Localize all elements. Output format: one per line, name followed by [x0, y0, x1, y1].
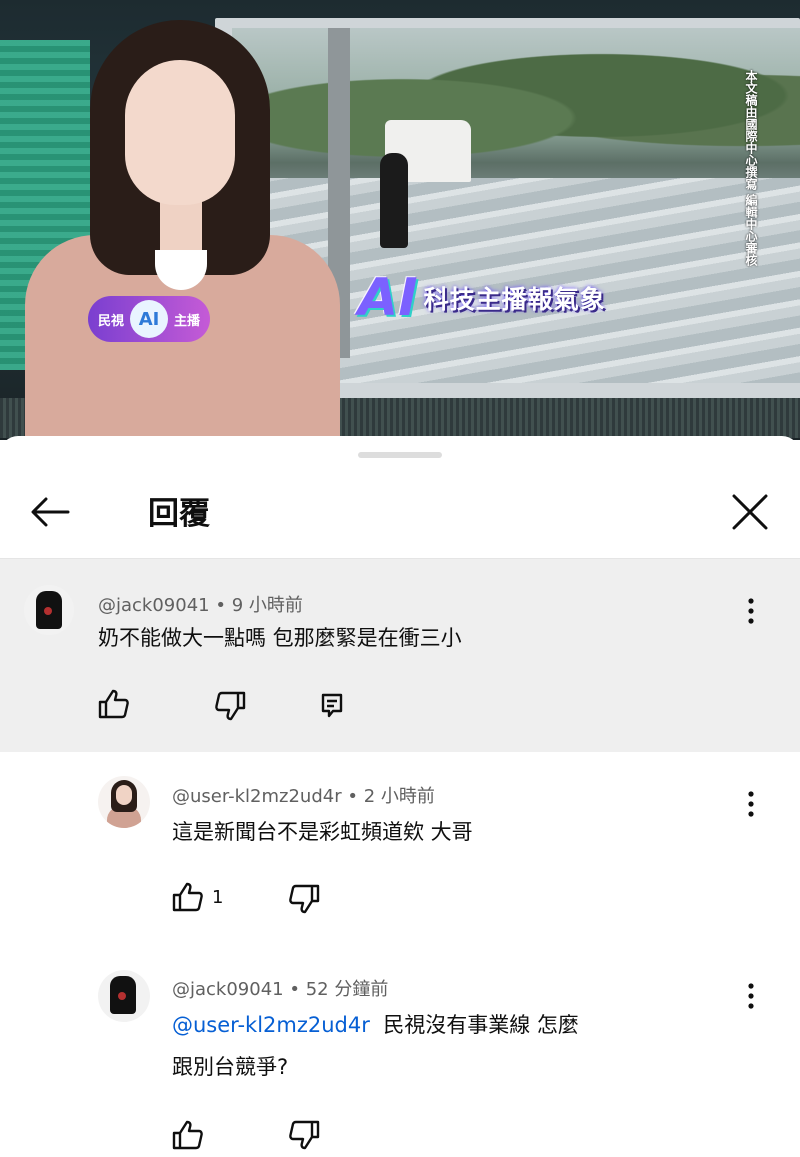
page-title: 回覆: [148, 496, 210, 532]
comment-time: 9 小時前: [231, 595, 303, 616]
back-button[interactable]: [28, 490, 72, 534]
reply-menu-button[interactable]: [737, 978, 765, 1014]
avatar[interactable]: [98, 776, 150, 828]
comment-icon: [321, 693, 343, 718]
video-player[interactable]: 本文稿由國際中心撰寫 編輯中心審核 民視 AI 主播 AI 科技主播報氣象: [0, 0, 800, 440]
meta-separator: •: [215, 595, 226, 616]
ai-anchor-badge: 民視 AI 主播: [88, 296, 211, 342]
badge-anchor: 主播: [174, 313, 201, 329]
reply-text-line-2: 跟別台競爭?: [172, 1055, 289, 1079]
meta-separator: •: [347, 786, 358, 807]
more-vert-icon: [748, 983, 754, 1009]
reply-mention[interactable]: @user-kl2mz2ud4r: [172, 1013, 370, 1037]
parent-comment: @jack09041 • 9 小時前 奶不能做大一點嗎 包那麼緊是在衝三小: [0, 559, 800, 752]
thumb-down-icon: [215, 691, 246, 721]
news-title-graphic: AI 科技主播報氣象: [358, 268, 606, 328]
reply-meta: @user-kl2mz2ud4r • 2 小時前: [172, 782, 435, 808]
pedestrian: [380, 153, 408, 248]
replies-header: 回覆: [0, 470, 800, 558]
reply-text-line-1: @user-kl2mz2ud4r 民視沒有事業線 怎麼: [172, 1008, 579, 1042]
close-icon: [732, 494, 768, 530]
reply-author[interactable]: @jack09041: [172, 979, 284, 1000]
dislike-button[interactable]: [288, 884, 320, 914]
news-title-ai: AI: [358, 268, 418, 328]
reply-meta: @jack09041 • 52 分鐘前: [172, 975, 388, 1001]
thumb-up-icon: [172, 1120, 203, 1150]
comment-text: 奶不能做大一點嗎 包那麼緊是在衝三小: [98, 626, 462, 650]
dislike-button[interactable]: [288, 1120, 320, 1150]
like-button[interactable]: [172, 1120, 204, 1150]
reply-time: 52 分鐘前: [305, 979, 389, 1000]
reply-menu-button[interactable]: [737, 786, 765, 822]
thumb-down-icon: [289, 884, 320, 914]
reply-time: 2 小時前: [363, 786, 435, 807]
thumb-up-icon: [98, 689, 129, 719]
more-vert-icon: [748, 598, 754, 624]
close-button[interactable]: [726, 488, 774, 536]
thumb-down-icon: [289, 1120, 320, 1150]
avatar[interactable]: [24, 585, 74, 635]
like-button[interactable]: 1: [172, 882, 223, 912]
reply-author[interactable]: @user-kl2mz2ud4r: [172, 786, 342, 807]
more-vert-icon: [748, 791, 754, 817]
comment-menu-button[interactable]: [737, 593, 765, 629]
like-button[interactable]: [98, 689, 130, 719]
comment-meta: @jack09041 • 9 小時前: [98, 591, 303, 617]
avatar[interactable]: [98, 970, 150, 1022]
thumb-up-icon: [172, 882, 203, 912]
reply-text: 民視沒有事業線 怎麼: [383, 1013, 579, 1037]
meta-separator: •: [289, 979, 300, 1000]
comment-author[interactable]: @jack09041: [98, 595, 210, 616]
reply-text: 這是新聞台不是彩虹頻道欸 大哥: [172, 820, 473, 844]
vertical-caption: 本文稿由國際中心撰寫 編輯中心審核: [744, 70, 758, 267]
like-count: 1: [212, 886, 224, 908]
arrow-left-icon: [31, 497, 70, 527]
reply-button[interactable]: [320, 692, 344, 718]
badge-ai-circle: AI: [130, 300, 169, 338]
news-title-text: 科技主播報氣象: [423, 285, 606, 314]
drag-handle[interactable]: [358, 452, 442, 458]
dislike-button[interactable]: [214, 691, 246, 721]
ai-news-anchor: [25, 20, 340, 440]
badge-channel: 民視: [98, 313, 125, 329]
